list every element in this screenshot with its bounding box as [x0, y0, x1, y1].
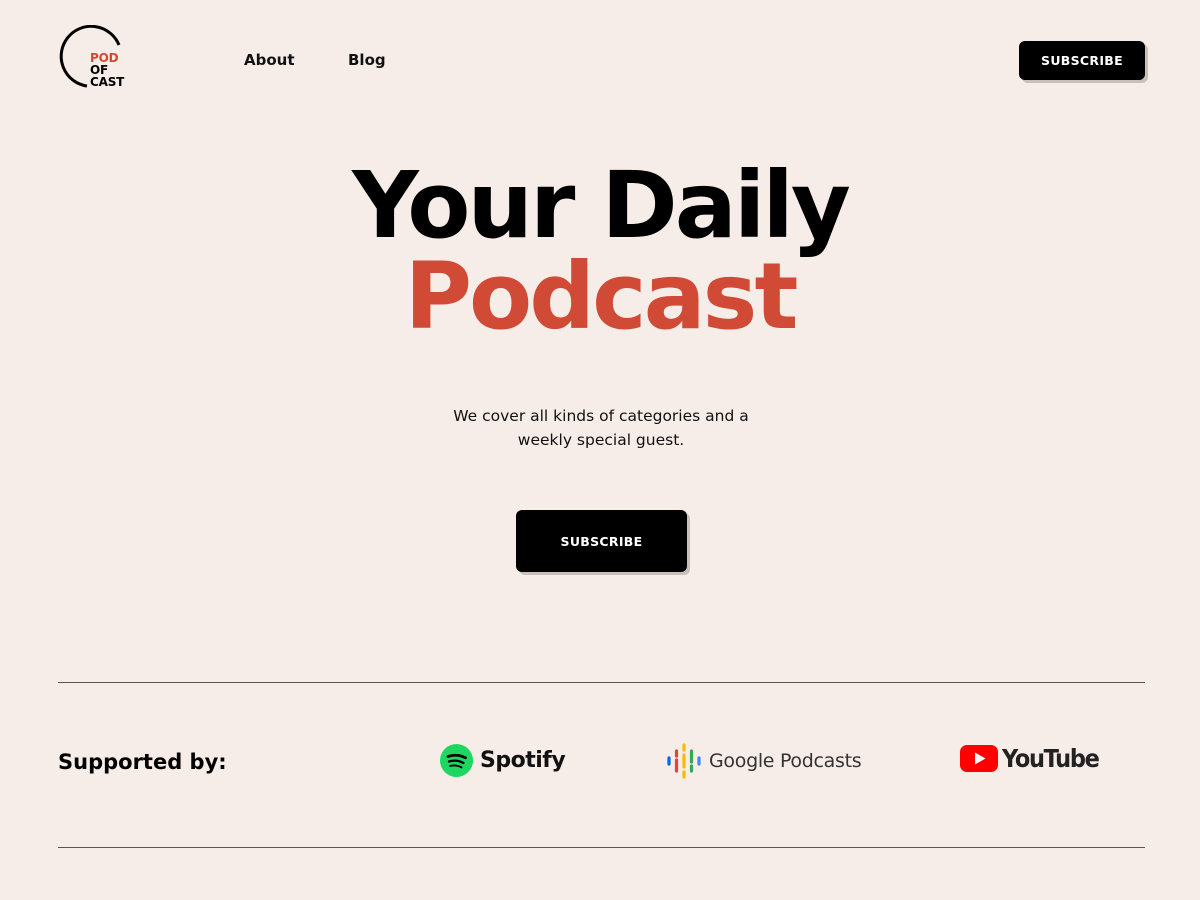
divider-top: [58, 682, 1145, 683]
logo[interactable]: POD OF CAST: [57, 25, 129, 89]
spotify-brand[interactable]: Spotify: [440, 744, 566, 777]
logo-text-cast: CAST: [90, 75, 125, 89]
hero-subscribe-button[interactable]: SUBSCRIBE: [516, 510, 687, 572]
youtube-icon: [960, 745, 998, 772]
nav-blog-link[interactable]: Blog: [348, 51, 386, 69]
spotify-label: Spotify: [480, 748, 566, 773]
google-podcasts-brand[interactable]: Google Podcasts: [666, 743, 862, 779]
supported-by-label: Supported by:: [58, 750, 227, 774]
hero-title-line2: Podcast: [404, 243, 799, 350]
hero-title-line1: Your Daily: [352, 152, 851, 259]
youtube-brand[interactable]: YouTube: [960, 744, 1109, 773]
hero-subtitle: We cover all kinds of categories and a w…: [453, 407, 749, 449]
google-podcasts-icon: [667, 743, 701, 779]
google-podcasts-label: Google Podcasts: [709, 750, 862, 772]
nav-about-link[interactable]: About: [244, 51, 295, 69]
spotify-icon: [440, 744, 473, 777]
youtube-label: YouTube: [1002, 744, 1100, 773]
header-subscribe-button[interactable]: SUBSCRIBE: [1019, 41, 1145, 80]
divider-bottom: [58, 847, 1145, 848]
